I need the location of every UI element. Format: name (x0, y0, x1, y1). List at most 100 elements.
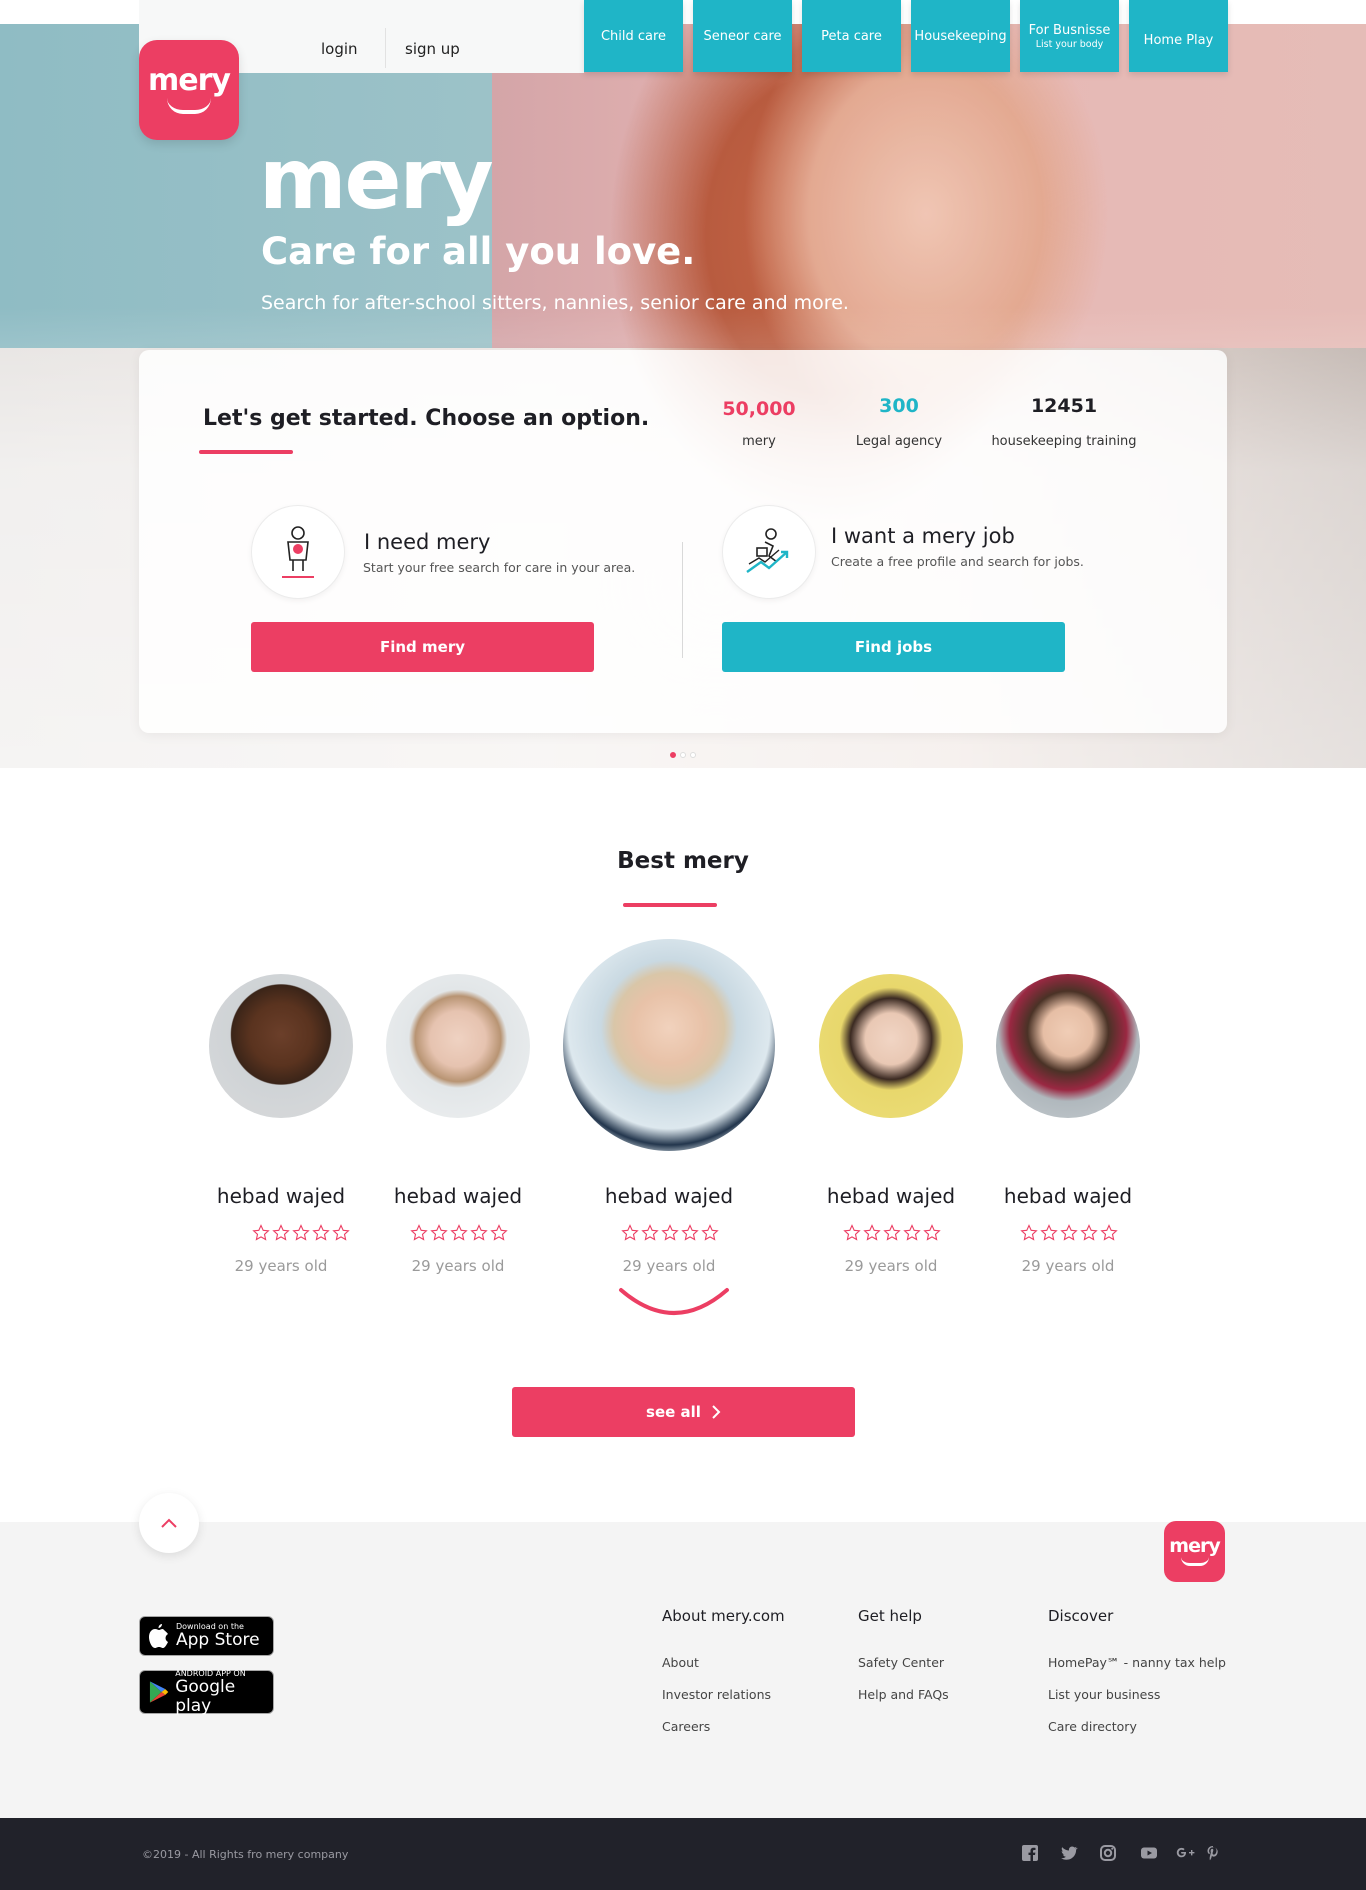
carousel-dot[interactable] (670, 752, 676, 758)
avatar[interactable] (996, 974, 1140, 1118)
google-play-big: Google play (175, 1676, 236, 1716)
footer-link-investor-relations[interactable]: Investor relations (662, 1687, 771, 1702)
star-icon (883, 1224, 901, 1241)
logo[interactable]: mery (139, 40, 239, 140)
find-mery-button[interactable]: Find mery (251, 622, 594, 672)
facebook-icon[interactable] (1021, 1844, 1039, 1862)
person-name[interactable]: hebad wajed (791, 1184, 991, 1208)
see-all-label: see all (646, 1403, 701, 1421)
footer-link-care-directory[interactable]: Care directory (1048, 1719, 1137, 1734)
rating-stars (410, 1224, 508, 1242)
footer-col-title-discover: Discover (1048, 1607, 1114, 1625)
login-link[interactable]: login (321, 40, 358, 58)
stat-label-mery: mery (742, 434, 776, 449)
youtube-icon[interactable] (1140, 1844, 1158, 1862)
stat-label-training: housekeeping training (991, 434, 1137, 449)
find-jobs-button[interactable]: Find jobs (722, 622, 1065, 672)
star-icon (903, 1224, 921, 1241)
star-icon (1100, 1224, 1118, 1241)
rating-stars (843, 1224, 941, 1242)
person-name[interactable]: hebad wajed (181, 1184, 381, 1208)
star-icon (292, 1224, 310, 1241)
see-all-button[interactable]: see all (512, 1387, 855, 1437)
star-icon (863, 1224, 881, 1241)
featured-smile-icon (619, 1288, 729, 1315)
star-icon (701, 1224, 719, 1241)
title-underline (199, 450, 293, 454)
need-description: Start your free search for care in your … (363, 560, 636, 575)
star-icon (470, 1224, 488, 1241)
star-icon (410, 1224, 428, 1241)
logo-text: mery (148, 63, 231, 98)
best-title-underline (623, 903, 717, 907)
nav-label: Home Play (1143, 32, 1214, 48)
nav-senior-care[interactable]: Seneor care (693, 0, 792, 72)
person-age: 29 years old (411, 1257, 505, 1275)
rating-stars (621, 1224, 719, 1242)
caregiver-icon (251, 505, 345, 599)
chevron-right-icon (712, 1405, 721, 1419)
hero-tagline: Care for all you love. (261, 230, 696, 273)
logo-smile-icon (1180, 1557, 1209, 1566)
avatar-featured[interactable] (563, 939, 775, 1151)
chevron-up-icon (161, 1518, 177, 1528)
person-name[interactable]: hebad wajed (358, 1184, 558, 1208)
nav-label: Child care (600, 28, 667, 44)
app-store-big: App Store (176, 1630, 260, 1650)
star-icon (272, 1224, 290, 1241)
star-icon (450, 1224, 468, 1241)
nav-pet-care[interactable]: Peta care (802, 0, 901, 72)
need-title: I need mery (364, 530, 491, 554)
nav-home-play[interactable]: Home Play (1129, 0, 1228, 72)
star-icon (1060, 1224, 1078, 1241)
nav-for-business[interactable]: For Busnisse List your body (1020, 0, 1119, 72)
star-icon (923, 1224, 941, 1241)
pinterest-icon[interactable] (1204, 1844, 1222, 1862)
instagram-icon[interactable] (1099, 1844, 1117, 1862)
footer-link-safety-center[interactable]: Safety Center (858, 1655, 944, 1670)
person-name[interactable]: hebad wajed (968, 1184, 1168, 1208)
person-age: 29 years old (234, 1257, 328, 1275)
footer-link-homepay[interactable]: HomePay℠ - nanny tax help (1048, 1655, 1226, 1670)
star-icon (252, 1224, 270, 1241)
footer-link-about[interactable]: About (662, 1655, 699, 1670)
get-started-card: Let's get started. Choose an option. 50,… (139, 350, 1227, 733)
footer-link-help-faqs[interactable]: Help and FAQs (858, 1687, 949, 1702)
carousel-dot[interactable] (690, 752, 696, 758)
google-plus-icon[interactable] (1174, 1844, 1196, 1862)
footer-link-list-business[interactable]: List your business (1048, 1687, 1160, 1702)
avatar[interactable] (386, 974, 530, 1118)
footer-col-title-help: Get help (858, 1607, 922, 1625)
person-name[interactable]: hebad wajed (569, 1184, 769, 1208)
carousel-dot[interactable] (680, 752, 686, 758)
nav-sublabel: List your body (1035, 38, 1104, 50)
back-to-top-button[interactable] (139, 1493, 199, 1553)
star-icon (621, 1224, 639, 1241)
hero-brand: mery (259, 130, 494, 228)
star-icon (1080, 1224, 1098, 1241)
apple-icon (149, 1624, 168, 1648)
star-icon (661, 1224, 679, 1241)
copyright-text: ©2019 - All Rights fro mery company (142, 1848, 349, 1861)
nav-label: Peta care (821, 28, 882, 44)
nav-child-care[interactable]: Child care (584, 0, 683, 72)
avatar[interactable] (209, 974, 353, 1118)
twitter-icon[interactable] (1060, 1844, 1078, 1862)
signup-link[interactable]: sign up (405, 40, 460, 58)
nav-label: For Busnisse (1028, 22, 1111, 38)
person-age: 29 years old (622, 1257, 716, 1275)
nav-label: Housekeeping (914, 28, 1007, 44)
avatar[interactable] (819, 974, 963, 1118)
star-icon (681, 1224, 699, 1241)
job-title: I want a mery job (831, 524, 1015, 548)
app-store-badge[interactable]: Download on the App Store (139, 1616, 274, 1656)
career-growth-icon (722, 505, 816, 599)
logo-text: mery (1169, 1535, 1220, 1557)
google-play-badge[interactable]: ANDROID APP ON Google play (139, 1669, 274, 1716)
stat-value-training: 12451 (1030, 395, 1098, 417)
footer-col-title-about: About mery.com (662, 1607, 785, 1625)
logo-smile-icon (167, 98, 211, 114)
footer-logo[interactable]: mery (1164, 1521, 1225, 1582)
footer-link-careers[interactable]: Careers (662, 1719, 710, 1734)
nav-housekeeping[interactable]: Housekeeping (911, 0, 1010, 72)
